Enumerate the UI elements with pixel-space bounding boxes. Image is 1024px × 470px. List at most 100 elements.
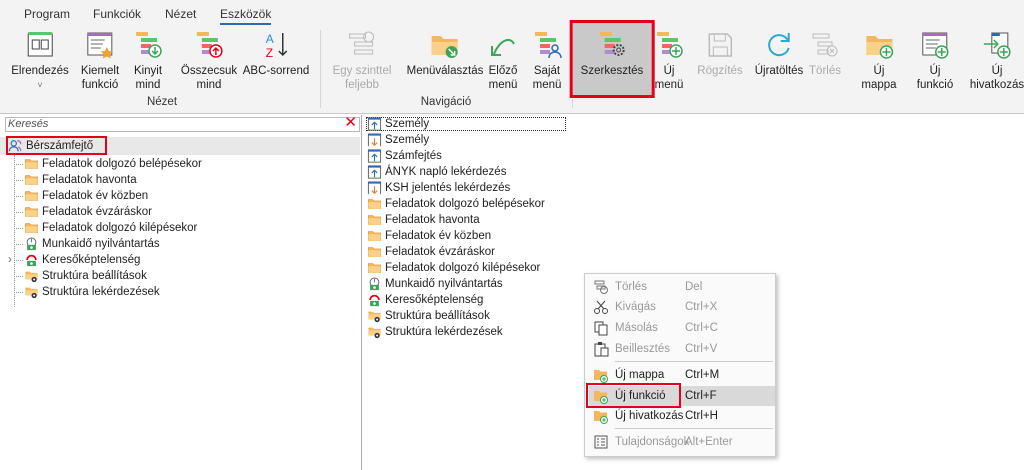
context-menu-item[interactable]: Tulajdonságok Alt+Enter <box>589 432 775 452</box>
button-label: hivatkozás <box>969 79 1024 91</box>
list-item[interactable]: Struktúra lekérdezések <box>367 324 503 340</box>
tab-program[interactable]: Program <box>24 7 70 21</box>
context-menu-item[interactable]: Beillesztés Ctrl+V <box>589 339 775 359</box>
tree-item-label: Feladatok dolgozó kilépésekor <box>42 222 198 234</box>
elrendeze-s-button[interactable]: Elrendezés ˅ <box>11 30 69 92</box>
list-item[interactable]: Feladatok évzáráskor <box>367 244 495 260</box>
tree-item[interactable]: Feladatok évzáráskor <box>24 204 152 220</box>
list-item[interactable]: Feladatok dolgozó kilépésekor <box>367 260 540 276</box>
context-menu-item[interactable]: Kivágás Ctrl+X <box>589 297 775 317</box>
tree-item[interactable]: Struktúra lekérdezések <box>24 284 160 300</box>
new-folder-icon <box>594 370 608 383</box>
menu-item-shortcut: Ctrl+C <box>685 322 718 334</box>
tree-item-label: Feladatok év közben <box>42 190 149 202</box>
elo-zo-menu-button[interactable]: Előző menü <box>488 30 518 92</box>
menu-va-laszta-s-button[interactable]: Menüválasztás <box>406 30 484 78</box>
list-item-label: Számfejtés <box>385 150 442 162</box>
list-item[interactable]: Számfejtés <box>367 148 442 164</box>
tree-item-label: Struktúra lekérdezések <box>42 286 160 298</box>
u-j-menu-button[interactable]: Új menü <box>654 30 684 92</box>
list-item[interactable]: Munkaidő nyilvántartás <box>367 276 503 292</box>
reload-icon <box>768 33 790 57</box>
tree-guide-line <box>14 260 23 261</box>
u-j-funkcio-button[interactable]: Új funkció <box>917 30 953 92</box>
button-label: Menüválasztás <box>406 65 484 77</box>
list-item[interactable]: KSH jelentés lekérdezés <box>367 180 510 196</box>
tree-item[interactable]: Feladatok év közben <box>24 188 148 204</box>
folder-icon <box>368 215 381 225</box>
group-label-navigacio: Navigáció <box>420 96 472 108</box>
clock-money-icon <box>26 237 37 251</box>
tree-item[interactable]: Keresőképtelenség <box>24 252 140 268</box>
list-item[interactable]: Struktúra beállítások <box>367 308 490 324</box>
delete-icon <box>594 280 608 294</box>
sort-az-icon: AZ <box>266 32 288 60</box>
properties-icon <box>594 435 608 449</box>
new-function-icon <box>922 32 949 59</box>
button-label: Törlés <box>809 65 841 77</box>
context-menu-item[interactable]: Törlés Del <box>589 277 775 297</box>
expand-chevron-icon[interactable]: › <box>8 252 12 268</box>
menu-select-folder-icon <box>432 36 458 58</box>
u-jrato-lte-s-button[interactable]: Újratöltés <box>754 30 804 78</box>
search-input[interactable]: Keresés ✕ <box>5 115 360 132</box>
ro-gzi-te-s-button[interactable]: Rögzítés <box>697 30 743 78</box>
abc-sorrend-button[interactable]: A Z ABC-sorrend <box>243 30 309 78</box>
list-item-label: Feladatok dolgozó belépésekor <box>385 198 545 210</box>
folder-gear-icon <box>25 271 38 283</box>
kinyit-mind-button[interactable]: Kinyit mind <box>133 30 163 92</box>
tree-item[interactable]: Feladatok havonta <box>24 172 137 188</box>
button-label: Új <box>991 65 1003 77</box>
tab-nezet[interactable]: Nézet <box>165 7 196 21</box>
button-label: Kiemelt <box>80 65 120 77</box>
collapse-all-icon <box>197 32 223 58</box>
u-j-mappa-button[interactable]: Új mappa <box>861 30 897 92</box>
tab-funkciok[interactable]: Funkciók <box>93 7 141 21</box>
new-menu-icon <box>657 32 683 58</box>
import-up-icon <box>367 149 382 163</box>
import-up-icon <box>367 117 382 131</box>
saja-t-menu-button[interactable]: Saját menü <box>532 30 562 92</box>
list-item-label: Feladatok évzáráskor <box>385 246 495 258</box>
kiemelt-funkcio-button[interactable]: Kiemelt funkció <box>81 30 119 92</box>
tree-item[interactable]: Feladatok dolgozó kilépésekor <box>24 220 197 236</box>
clock-money-icon <box>369 277 380 291</box>
folder-icon <box>25 159 38 169</box>
list-item[interactable]: Személy <box>367 116 429 132</box>
menu-item-shortcut: Alt+Enter <box>685 436 733 448</box>
tab-eszkozok[interactable]: Eszközök <box>220 7 272 25</box>
button-label: Rögzítés <box>697 65 743 77</box>
context-menu-item[interactable]: Új hivatkozás Ctrl+H <box>589 406 775 426</box>
edit-gear-icon <box>599 32 625 56</box>
list-item[interactable]: ÁNYK napló lekérdezés <box>367 164 506 180</box>
paste-icon <box>594 342 609 357</box>
list-item[interactable]: Feladatok dolgozó belépésekor <box>367 196 545 212</box>
egy-szinttel-feljebb-button[interactable]: Egy szinttel feljebb <box>333 30 391 92</box>
menu-item-label: Kivágás <box>615 301 656 313</box>
list-item[interactable]: Személy <box>367 132 429 148</box>
tree-guide-line <box>14 155 15 307</box>
button-label: Kinyit <box>133 65 163 77</box>
button-label: Szerkesztés <box>580 65 644 77</box>
list-item[interactable]: Feladatok év közben <box>367 228 491 244</box>
tree-item[interactable]: Munkaidő nyilvántartás <box>24 236 160 252</box>
copy-icon <box>594 321 608 336</box>
layout-icon <box>27 32 53 57</box>
u-j-hivatkoza-s-button[interactable]: Új hivatkozás <box>970 30 1024 92</box>
clear-search-icon[interactable]: ✕ <box>344 115 357 130</box>
tree-item[interactable]: Feladatok dolgozó belépésekor <box>24 156 202 172</box>
context-menu-item[interactable]: Új mappa Ctrl+M <box>589 365 775 385</box>
to-rle-s-button[interactable]: Törlés <box>809 30 841 78</box>
o-sszecsuk-mind-button[interactable]: Összecsuk mind <box>181 30 237 92</box>
tree-item-label: Keresőképtelenség <box>42 254 141 266</box>
tree-item[interactable]: Struktúra beállítások <box>24 268 147 284</box>
button-label: Újratöltés <box>754 65 804 77</box>
list-item[interactable]: Keresőképtelenség <box>367 292 483 308</box>
menu-item-shortcut: Del <box>685 281 703 293</box>
save-icon <box>708 33 732 57</box>
szerkeszte-s-button[interactable]: Szerkesztés <box>569 20 655 98</box>
list-item[interactable]: Feladatok havonta <box>367 212 480 228</box>
ribbon-divider <box>320 30 321 108</box>
context-menu-item[interactable]: Másolás Ctrl+C <box>589 318 775 338</box>
list-item-label: Feladatok év közben <box>385 230 492 242</box>
